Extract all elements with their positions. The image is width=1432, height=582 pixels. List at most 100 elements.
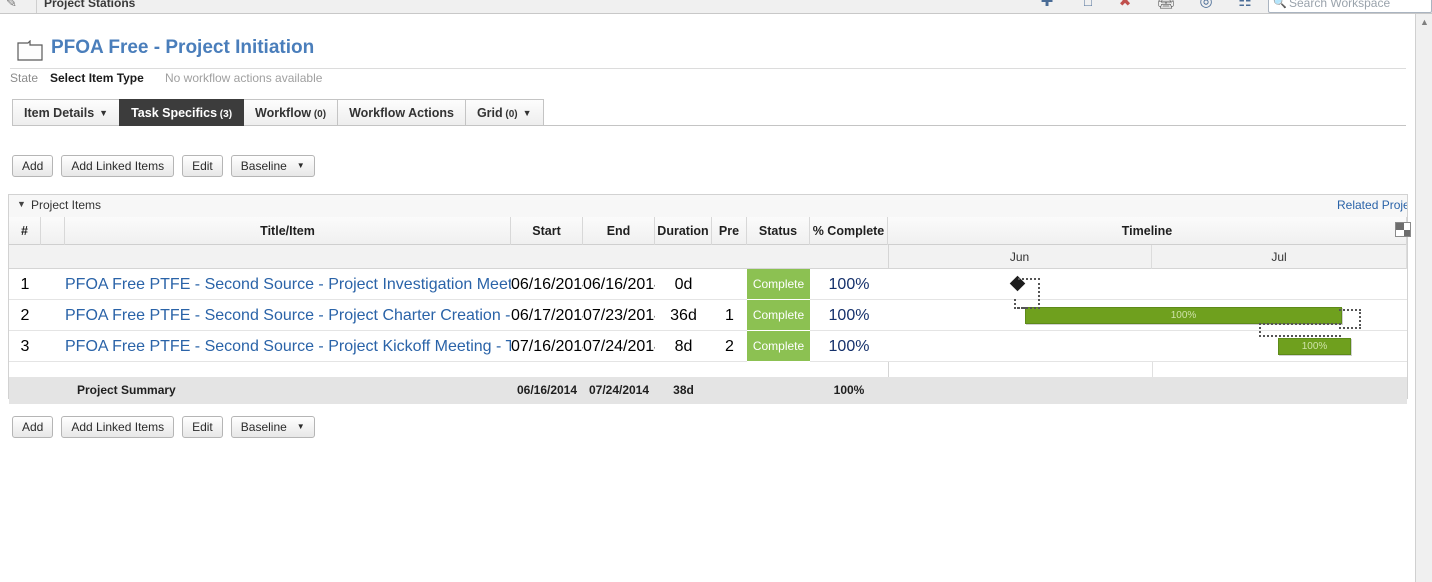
- collapse-caret-icon[interactable]: ▼: [17, 199, 26, 209]
- row-title-link[interactable]: PFOA Free PTFE - Second Source - Project…: [65, 300, 511, 331]
- column-header-end[interactable]: End: [583, 217, 655, 245]
- title-row: PFOA Free - Project Initiation: [0, 18, 1415, 69]
- search-icon: 🔍: [1273, 0, 1287, 9]
- state-label: State: [10, 71, 39, 85]
- project-items-grid: # Title/Item Start End Duration Pre Status% Co…: [9, 217, 1411, 404]
- column-header-spacer: [41, 217, 65, 245]
- project-summary-row: Project Summary 06/16/2014 07/24/2014 38…: [9, 377, 1407, 404]
- summary-label: Project Summary: [77, 383, 176, 397]
- tab-grid[interactable]: Grid (0) ▼: [464, 99, 544, 126]
- timeline-month-jun: Jun: [888, 245, 1152, 269]
- toolbar-top: Add Add Linked Items Edit Baseline ▼: [12, 155, 323, 177]
- table-row[interactable]: 1 PFOA Free PTFE - Second Source - Projec…: [9, 269, 1407, 300]
- summary-percent: 100%: [833, 383, 865, 397]
- edit-button-bottom[interactable]: Edit: [182, 416, 223, 438]
- add-button-bottom[interactable]: Add: [12, 416, 54, 438]
- table-row[interactable]: 3 PFOA Free PTFE - Second Source - Projec…: [9, 331, 1407, 362]
- row-predecessor: [712, 269, 747, 300]
- row-start-date: 06/16/2014: [511, 276, 583, 293]
- status-badge: Complete: [747, 331, 810, 362]
- tab-task-specifics[interactable]: Task Specifics (3): [119, 99, 245, 126]
- row-end-date: 07/23/2014: [583, 307, 655, 324]
- row-duration: 8d: [674, 338, 693, 355]
- panel-title: Project Items: [31, 198, 102, 212]
- row-predecessor: 2: [725, 338, 734, 355]
- column-header-duration[interactable]: Duration: [655, 217, 712, 245]
- state-value: Select Item Type: [50, 71, 144, 85]
- maximize-icon-part-a: [1396, 223, 1404, 230]
- tab-count: (3): [217, 109, 233, 120]
- column-header-timeline[interactable]: Timeline: [888, 217, 1407, 245]
- row-duration: 0d: [674, 276, 693, 293]
- add-button[interactable]: Add: [12, 155, 54, 177]
- maximize-icon[interactable]: [1395, 222, 1411, 237]
- plus-icon[interactable]: ✚: [1036, 0, 1058, 10]
- column-header-title[interactable]: Title/Item: [65, 217, 511, 245]
- column-header-status[interactable]: Status: [747, 217, 810, 245]
- share-icon[interactable]: ☷: [1234, 0, 1256, 10]
- delete-icon[interactable]: ✖: [1114, 0, 1136, 10]
- column-header-start[interactable]: Start: [511, 217, 583, 245]
- search-input[interactable]: 🔍 Search Workspace: [1268, 0, 1432, 13]
- row-percent: 100%: [828, 276, 870, 293]
- row-title-link[interactable]: PFOA Free PTFE - Second Source - Project…: [65, 269, 511, 300]
- add-linked-items-button-bottom[interactable]: Add Linked Items: [61, 416, 175, 438]
- status-badge: Complete: [747, 300, 810, 331]
- tab-label: Task Specifics: [131, 106, 218, 120]
- table-row[interactable]: 2 PFOA Free PTFE - Second Source - Projec…: [9, 300, 1407, 331]
- chevron-down-icon-bottom: ▼: [296, 422, 305, 431]
- row-percent: 100%: [828, 338, 870, 355]
- dependency-connector-2: [1339, 309, 1361, 329]
- row-start-date: 07/16/2014: [511, 338, 583, 355]
- status-badge: Complete: [747, 269, 810, 300]
- project-items-panel: ▼ Project Items Related Proje # Title/Ite…: [8, 194, 1411, 404]
- top-chrome-bar: ✎ Project Stations ✚ ⎕ ✖ 🖨 ◎ ☷ 🔍 Search …: [0, 0, 1432, 14]
- breadcrumb[interactable]: Project Stations: [44, 0, 135, 10]
- column-header-percent[interactable]: % Complete: [810, 217, 888, 245]
- baseline-label-bottom: Baseline: [240, 420, 287, 434]
- chevron-down-icon: ▼: [522, 108, 532, 118]
- maximize-icon-part-b: [1404, 230, 1410, 236]
- workflow-note: No workflow actions available: [165, 71, 323, 85]
- tab-label: Workflow Actions: [349, 106, 454, 120]
- tab-workflow[interactable]: Workflow (0): [243, 99, 339, 126]
- add-linked-items-button[interactable]: Add Linked Items: [61, 155, 175, 177]
- search-placeholder: Search Workspace: [1289, 0, 1391, 10]
- tab-label: Workflow: [255, 106, 312, 120]
- baseline-button[interactable]: Baseline ▼: [230, 155, 315, 177]
- tab-workflow-actions[interactable]: Workflow Actions: [337, 99, 466, 126]
- row-number: 3: [20, 338, 30, 355]
- row-predecessor: 1: [725, 307, 734, 324]
- row-number: 2: [20, 307, 30, 324]
- row-end-date: 06/16/2014: [583, 276, 655, 293]
- summary-end: 07/24/2014: [588, 383, 650, 397]
- tab-item-details[interactable]: Item Details ▼: [12, 99, 121, 126]
- chevron-down-icon: ▼: [99, 108, 109, 118]
- print-icon[interactable]: 🖨: [1155, 0, 1177, 10]
- pin-icon[interactable]: ◎: [1195, 0, 1217, 10]
- column-header-num[interactable]: #: [9, 217, 41, 245]
- pencil-icon[interactable]: ✎: [6, 0, 17, 11]
- page-content: PFOA Free - Project Initiation State Sel…: [0, 14, 1415, 582]
- gantt-bar[interactable]: 100%: [1278, 338, 1351, 355]
- dependency-connector-1b: [1014, 299, 1026, 309]
- baseline-button-bottom[interactable]: Baseline ▼: [230, 416, 315, 438]
- related-projects-link[interactable]: Related Proje: [1337, 198, 1407, 212]
- baseline-label: Baseline: [240, 159, 287, 173]
- edit-button[interactable]: Edit: [182, 155, 223, 177]
- tab-bar: Item Details ▼ Task Specifics (3) Workflow …: [12, 99, 544, 126]
- toolbar-bottom: Add Add Linked Items Edit Baseline ▼: [12, 416, 323, 438]
- column-header-pre[interactable]: Pre: [712, 217, 747, 245]
- page-title: PFOA Free - Project Initiation: [51, 37, 315, 58]
- dependency-connector-2b: [1259, 323, 1341, 337]
- gantt-bar[interactable]: 100%: [1025, 307, 1342, 324]
- row-percent: 100%: [828, 307, 870, 324]
- summary-start: 06/16/2014: [516, 383, 578, 397]
- scroll-up-arrow-icon[interactable]: ▲: [1417, 14, 1432, 30]
- chevron-down-icon: ▼: [296, 161, 305, 170]
- tab-label: Grid: [476, 106, 503, 120]
- vertical-scrollbar[interactable]: ▲: [1415, 14, 1432, 582]
- row-title-link[interactable]: PFOA Free PTFE - Second Source - Project…: [65, 331, 511, 362]
- row-end-date: 07/24/2014: [583, 338, 655, 355]
- copy-icon[interactable]: ⎕: [1077, 0, 1099, 10]
